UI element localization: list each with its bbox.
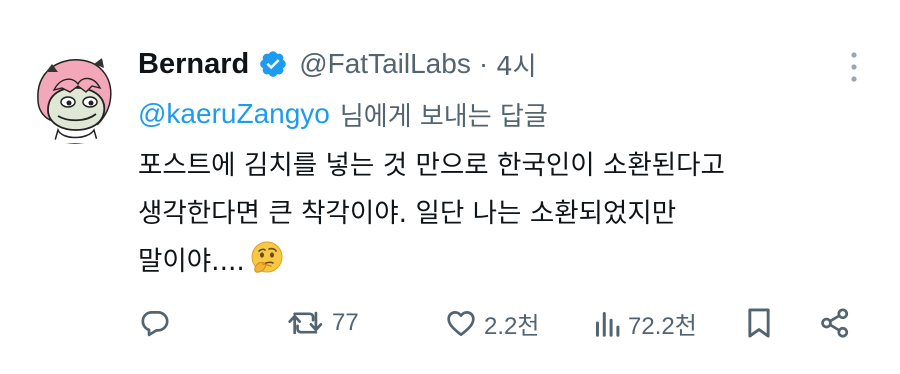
retweet-icon [288,311,323,335]
reply-to-mention[interactable]: @kaeruZangyo [138,98,330,130]
separator-dot: · [478,48,489,79]
views-icon [595,311,620,337]
like-count: 2.2천 [484,312,540,340]
tweet-text-line: 말이야.... [138,238,878,286]
reply-context: @kaeruZangyo 님에게 보내는 답글 [138,92,548,136]
retweet-button[interactable]: 77 [286,300,359,346]
reply-icon [141,311,169,337]
bookmark-button[interactable] [744,300,774,346]
action-bar: 77 2.2천 72.2천 [138,300,878,346]
verified-badge-icon [260,51,287,77]
views-count: 72.2천 [628,312,697,340]
more-options-icon[interactable] [842,50,866,84]
share-button[interactable] [818,300,852,346]
avatar[interactable] [28,50,122,144]
tweet-header: Bernard @FatTailLabs · 4시 [138,42,537,86]
post-time[interactable]: 4시 [496,46,536,83]
retweet-count: 77 [332,309,359,336]
share-icon [821,308,849,338]
author-handle[interactable]: @FatTailLabs [299,48,471,80]
heart-icon [447,311,475,337]
tweet-text-line: 포스트에 김치를 넣는 것 만으로 한국인이 소환된다고 [138,150,725,181]
reply-to-suffix: 님에게 보내는 답글 [339,101,548,132]
bookmark-icon [748,308,770,338]
tweet-text: 포스트에 김치를 넣는 것 만으로 한국인이 소환된다고 생각한다면 큰 착각이… [138,142,878,286]
tweet: Bernard @FatTailLabs · 4시 @kaeruZangyo 님… [0,0,900,374]
avatar-frog-anime-icon [28,50,122,144]
thinking-face-emoji-icon [251,241,283,273]
tweet-text-line: 생각한다면 큰 착각이야. 일단 나는 소환되었지만 [138,198,677,229]
tweet-text-line-content: 말이야.... [138,246,245,277]
author-name[interactable]: Bernard [138,48,249,81]
views-button[interactable]: 72.2천 [592,300,697,346]
like-button[interactable]: 2.2천 [444,300,539,346]
reply-button[interactable] [138,300,178,346]
